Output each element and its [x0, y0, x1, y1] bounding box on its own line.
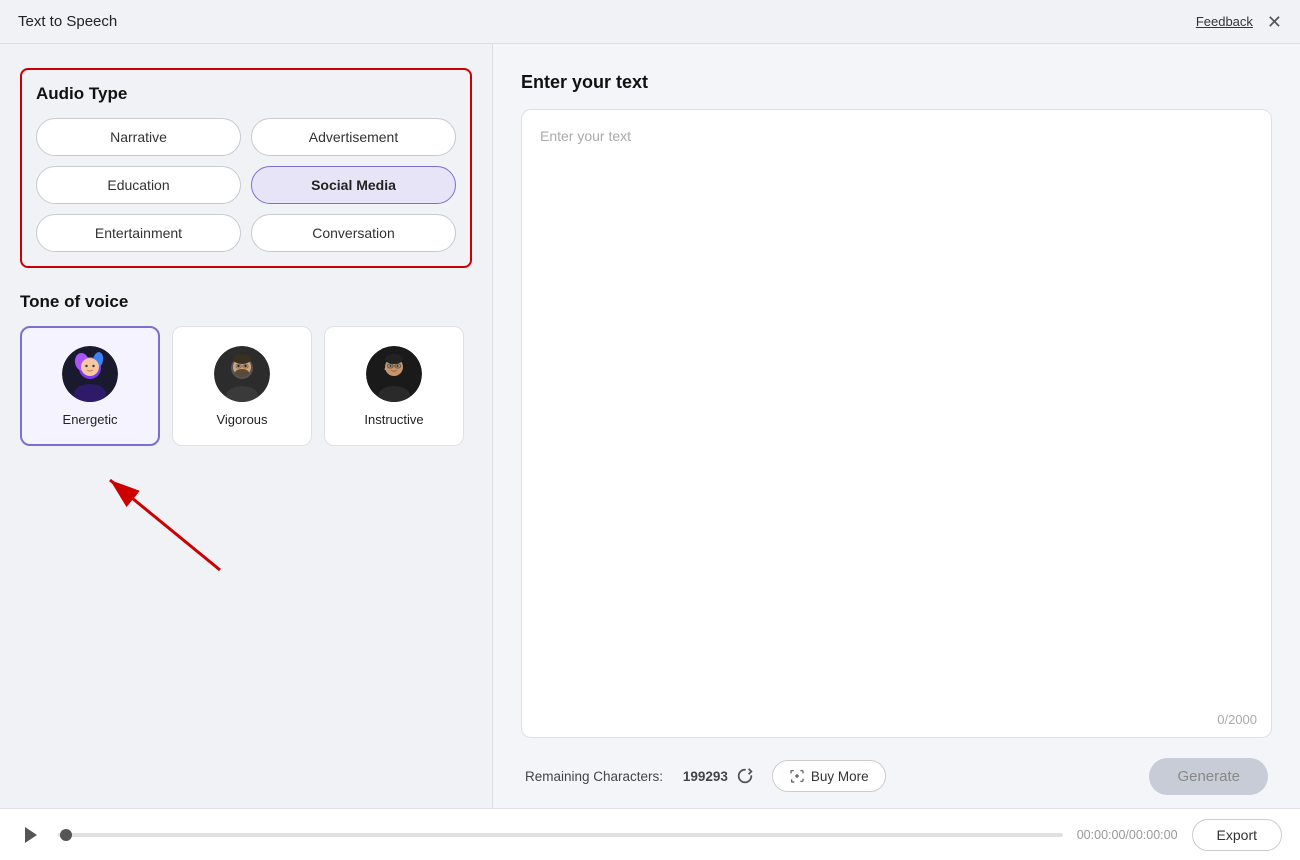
right-panel: Enter your text Enter your text 0/2000 R… [493, 44, 1300, 808]
close-button[interactable]: ✕ [1267, 13, 1282, 31]
play-button[interactable] [18, 822, 44, 848]
buy-more-icon [789, 768, 805, 784]
progress-dot [60, 829, 72, 841]
bottom-bar: Remaining Characters: 199293 Buy More Ge… [521, 744, 1272, 808]
text-input-area[interactable]: Enter your text 0/2000 [521, 109, 1272, 738]
tone-section: Tone of voice [20, 292, 472, 446]
buy-more-label: Buy More [811, 769, 869, 784]
tone-vigorous-avatar [214, 346, 270, 402]
audio-type-section: Audio Type Narrative Advertisement Educa… [20, 68, 472, 268]
tone-title: Tone of voice [20, 292, 472, 312]
text-placeholder: Enter your text [540, 128, 631, 144]
tone-grid: Energetic [20, 326, 472, 446]
remaining-label: Remaining Characters: [525, 769, 663, 784]
tone-vigorous[interactable]: Vigorous [172, 326, 312, 446]
audio-type-advertisement[interactable]: Advertisement [251, 118, 456, 156]
tone-instructive-label: Instructive [364, 412, 423, 427]
main-content: Audio Type Narrative Advertisement Educa… [0, 44, 1300, 808]
app-title: Text to Speech [18, 13, 117, 30]
feedback-link[interactable]: Feedback [1196, 14, 1253, 29]
audio-type-entertainment[interactable]: Entertainment [36, 214, 241, 252]
tone-energetic-label: Energetic [63, 412, 118, 427]
annotation-arrow [20, 460, 472, 580]
remaining-chars: Remaining Characters: 199293 Buy More [525, 760, 886, 792]
remaining-value: 199293 [683, 769, 728, 784]
audio-type-title: Audio Type [36, 84, 456, 104]
generate-button[interactable]: Generate [1149, 758, 1268, 795]
char-count: 0/2000 [522, 704, 1271, 737]
right-panel-title: Enter your text [521, 72, 1272, 93]
audio-type-conversation[interactable]: Conversation [251, 214, 456, 252]
tone-energetic-avatar [62, 346, 118, 402]
title-bar-actions: Feedback ✕ [1196, 13, 1282, 31]
refresh-icon[interactable] [736, 767, 754, 785]
buy-more-button[interactable]: Buy More [772, 760, 886, 792]
title-bar: Text to Speech Feedback ✕ [0, 0, 1300, 44]
tone-energetic[interactable]: Energetic [20, 326, 160, 446]
export-button[interactable]: Export [1192, 819, 1282, 851]
tone-vigorous-label: Vigorous [216, 412, 267, 427]
footer-player: 00:00:00/00:00:00 Export [0, 808, 1300, 860]
tone-instructive-avatar [366, 346, 422, 402]
time-display: 00:00:00/00:00:00 [1077, 828, 1178, 842]
left-panel: Audio Type Narrative Advertisement Educa… [0, 44, 493, 808]
audio-type-narrative[interactable]: Narrative [36, 118, 241, 156]
progress-bar[interactable] [58, 833, 1063, 837]
audio-type-social-media[interactable]: Social Media [251, 166, 456, 204]
tone-instructive[interactable]: Instructive [324, 326, 464, 446]
text-area-inner: Enter your text [522, 110, 1271, 704]
audio-type-education[interactable]: Education [36, 166, 241, 204]
audio-type-grid: Narrative Advertisement Education Social… [36, 118, 456, 252]
